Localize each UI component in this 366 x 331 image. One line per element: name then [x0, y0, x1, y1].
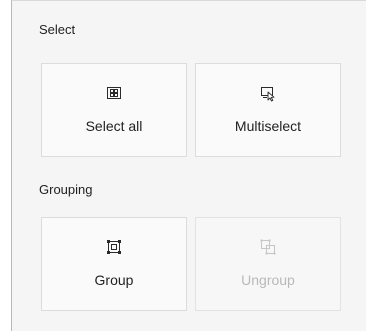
multiselect-label: Multiselect	[234, 118, 302, 134]
group-label: Group	[94, 272, 134, 288]
group-button[interactable]: Group	[41, 217, 187, 311]
ungroup-button[interactable]: Ungroup	[195, 217, 341, 311]
select-section-label: Select	[39, 22, 76, 37]
multiselect-button[interactable]: Multiselect	[195, 63, 341, 157]
select-all-button[interactable]: Select all	[41, 63, 187, 157]
grouping-section-label: Grouping	[39, 182, 93, 197]
group-icon	[107, 240, 121, 254]
ungroup-icon	[260, 239, 276, 255]
ribbon-panel: Select Select all Multiselect Grouping G…	[11, 0, 366, 331]
ungroup-label: Ungroup	[241, 272, 295, 288]
select-all-icon	[107, 87, 121, 99]
multiselect-icon	[261, 87, 275, 102]
select-all-label: Select all	[85, 118, 143, 134]
